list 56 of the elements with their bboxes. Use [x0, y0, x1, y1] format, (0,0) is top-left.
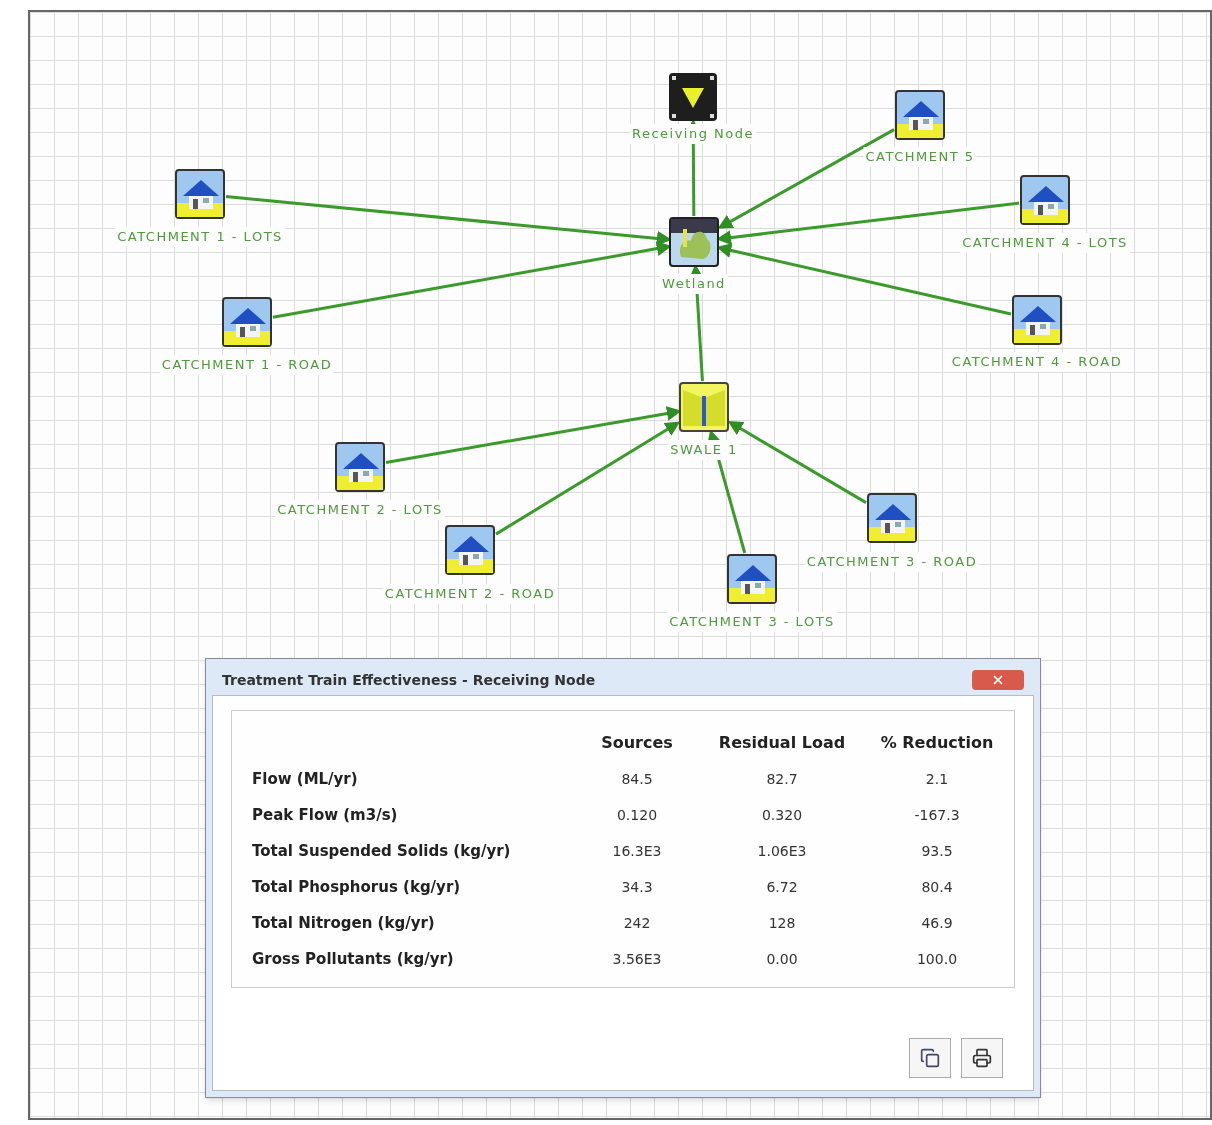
close-icon	[991, 673, 1005, 687]
node-label: CATCHMENT 1 - LOTS	[115, 227, 285, 247]
node-label: CATCHMENT 3 - ROAD	[804, 552, 980, 572]
swale-node-icon[interactable]	[679, 382, 729, 432]
column-header: % Reduction	[879, 732, 995, 754]
row-label: Total Suspended Solids (kg/yr)	[252, 840, 512, 862]
catchment-node-icon[interactable]	[895, 90, 945, 140]
node-label: CATCHMENT 4 - LOTS	[960, 233, 1130, 253]
catchment-node-icon[interactable]	[175, 169, 225, 219]
row-label: Flow (ML/yr)	[252, 768, 359, 790]
table-cell-text: 242	[622, 913, 652, 933]
column-header: Residual Load	[717, 732, 847, 754]
catchment-node-icon[interactable]	[1020, 175, 1070, 225]
copy-button[interactable]	[909, 1038, 951, 1078]
row-label: Total Nitrogen (kg/yr)	[252, 912, 436, 934]
node-label: SWALE 1	[668, 440, 740, 460]
table-cell-text: 100.0	[915, 949, 959, 969]
copy-icon	[920, 1048, 940, 1068]
catchment-node-icon[interactable]	[727, 554, 777, 604]
table-cell-text: 6.72	[765, 877, 799, 897]
table-cell-text: 16.3E3	[611, 841, 663, 861]
table-cell-text: 84.5	[620, 769, 654, 789]
node-label: CATCHMENT 2 - ROAD	[382, 584, 558, 604]
catchment-node-icon[interactable]	[867, 493, 917, 543]
dialog-title: Treatment Train Effectiveness - Receiving Node	[222, 670, 596, 690]
row-label: Peak Flow (m3/s)	[252, 804, 399, 826]
catchment-node-icon[interactable]	[222, 297, 272, 347]
table-cell-text: 34.3	[620, 877, 654, 897]
table-cell-text: 80.4	[920, 877, 954, 897]
outlet-node-icon[interactable]	[668, 72, 718, 122]
node-label: CATCHMENT 5	[863, 147, 977, 167]
table-cell-text: 1.06E3	[756, 841, 808, 861]
print-button[interactable]	[961, 1038, 1003, 1078]
node-label: Wetland	[660, 274, 728, 294]
row-label: Gross Pollutants (kg/yr)	[252, 948, 455, 970]
table-cell-text: -167.3	[913, 805, 961, 825]
table-cell-text: 46.9	[920, 913, 954, 933]
node-label: Receiving Node	[629, 124, 757, 144]
table-cell-text: 0.320	[760, 805, 804, 825]
catchment-node-icon[interactable]	[335, 442, 385, 492]
wetland-node-icon[interactable]	[669, 217, 719, 267]
table-cell-text: 3.56E3	[611, 949, 663, 969]
catchment-node-icon[interactable]	[1012, 295, 1062, 345]
table-cell-text: 82.7	[765, 769, 799, 789]
row-label: Total Phosphorus (kg/yr)	[252, 876, 462, 898]
table-cell-text: 0.120	[615, 805, 659, 825]
column-header: Sources	[600, 732, 674, 754]
node-label: CATCHMENT 1 - ROAD	[159, 355, 335, 375]
table-cell-text: 0.00	[765, 949, 799, 969]
table-cell-text: 2.1	[924, 769, 950, 789]
catchment-node-icon[interactable]	[445, 525, 495, 575]
node-label: CATCHMENT 3 - LOTS	[667, 612, 837, 632]
node-label: CATCHMENT 2 - LOTS	[275, 500, 445, 520]
table-cell-text: 93.5	[920, 841, 954, 861]
printer-icon	[972, 1048, 992, 1068]
table-cell-text: 128	[767, 913, 797, 933]
